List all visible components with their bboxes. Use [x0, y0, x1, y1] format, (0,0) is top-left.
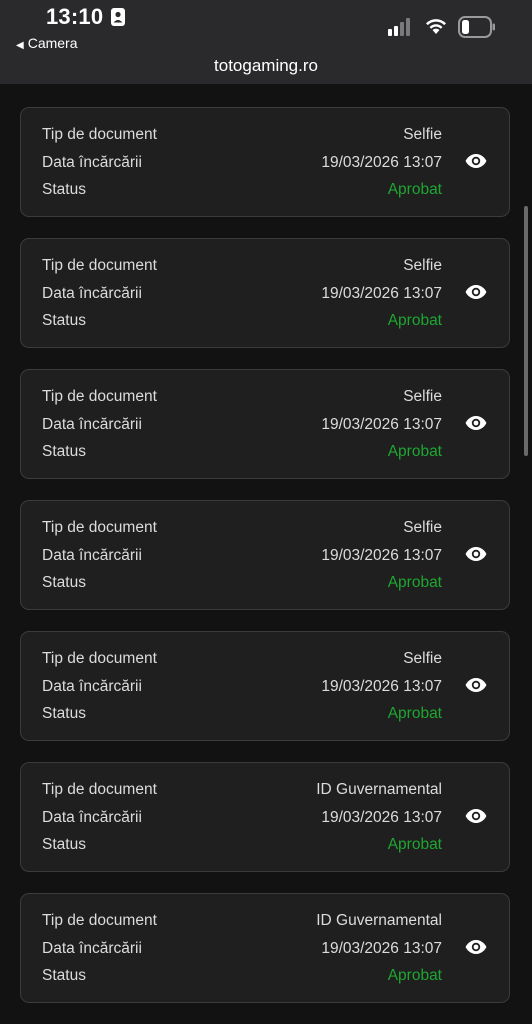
document-type-row: Tip de document Selfie	[42, 519, 442, 541]
document-type-label: Tip de document	[42, 126, 157, 143]
upload-date-row: Data încărcării 19/03/2026 13:07	[42, 154, 442, 176]
status-row: Status Aprobat	[42, 967, 442, 989]
upload-date-row: Data încărcării 19/03/2026 13:07	[42, 809, 442, 831]
document-type-value: ID Guvernamental	[316, 912, 442, 929]
upload-date-row: Data încărcării 19/03/2026 13:07	[42, 940, 442, 962]
document-card: Tip de document Selfie Data încărcării 19/0…	[20, 369, 510, 479]
upload-date-value: 19/03/2026 13:07	[321, 416, 442, 433]
document-type-row: Tip de document Selfie	[42, 257, 442, 279]
upload-date-label: Data încărcării	[42, 154, 142, 171]
upload-date-label: Data încărcării	[42, 678, 142, 695]
document-card: Tip de document Selfie Data încărcării 19/0…	[20, 107, 510, 217]
document-type-row: Tip de document ID Guvernamental	[42, 912, 442, 934]
document-type-label: Tip de document	[42, 257, 157, 274]
eye-icon[interactable]	[465, 808, 487, 824]
document-type-value: ID Guvernamental	[316, 781, 442, 798]
screen: 13:10 ◀ Camera totogaming.ro Tip de docu…	[0, 0, 532, 1024]
status-label: Status	[42, 836, 86, 853]
upload-date-value: 19/03/2026 13:07	[321, 154, 442, 171]
upload-date-value: 19/03/2026 13:07	[321, 678, 442, 695]
status-row: Status Aprobat	[42, 181, 442, 203]
document-type-value: Selfie	[403, 650, 442, 667]
document-type-label: Tip de document	[42, 781, 157, 798]
status-row: Status Aprobat	[42, 836, 442, 858]
status-value: Aprobat	[387, 443, 442, 460]
document-type-label: Tip de document	[42, 388, 157, 405]
document-card: Tip de document ID Guvernamental Data încă…	[20, 893, 510, 1003]
status-row: Status Aprobat	[42, 705, 442, 727]
upload-date-row: Data încărcării 19/03/2026 13:07	[42, 678, 442, 700]
upload-date-value: 19/03/2026 13:07	[321, 809, 442, 826]
status-row: Status Aprobat	[42, 574, 442, 596]
eye-icon[interactable]	[465, 546, 487, 562]
status-label: Status	[42, 705, 86, 722]
eye-icon[interactable]	[465, 415, 487, 431]
scrollbar[interactable]	[524, 206, 528, 456]
document-type-label: Tip de document	[42, 912, 157, 929]
back-app-label: Camera	[27, 35, 78, 51]
eye-icon[interactable]	[465, 677, 487, 693]
signal-icon	[388, 18, 410, 36]
status-value: Aprobat	[387, 836, 442, 853]
status-label: Status	[42, 574, 86, 591]
document-type-row: Tip de document Selfie	[42, 388, 442, 410]
document-card: Tip de document Selfie Data încărcării 19/0…	[20, 500, 510, 610]
status-value: Aprobat	[387, 574, 442, 591]
document-type-value: Selfie	[403, 257, 442, 274]
upload-date-value: 19/03/2026 13:07	[321, 285, 442, 302]
document-type-label: Tip de document	[42, 519, 157, 536]
document-card: Tip de document Selfie Data încărcării 19/0…	[20, 631, 510, 741]
status-label: Status	[42, 443, 86, 460]
person-badge-icon	[111, 8, 125, 26]
status-value: Aprobat	[387, 967, 442, 984]
document-card: Tip de document Selfie Data încărcării 19/0…	[20, 238, 510, 348]
document-type-row: Tip de document Selfie	[42, 650, 442, 672]
upload-date-label: Data încărcării	[42, 416, 142, 433]
upload-date-row: Data încărcării 19/03/2026 13:07	[42, 416, 442, 438]
status-label: Status	[42, 967, 86, 984]
status-row: Status Aprobat	[42, 312, 442, 334]
upload-date-value: 19/03/2026 13:07	[321, 547, 442, 564]
upload-date-label: Data încărcării	[42, 547, 142, 564]
status-value: Aprobat	[387, 181, 442, 198]
upload-date-label: Data încărcării	[42, 809, 142, 826]
status-value: Aprobat	[387, 705, 442, 722]
documents-list: Tip de document Selfie Data încărcării 19/0…	[0, 84, 532, 1024]
document-type-row: Tip de document Selfie	[42, 126, 442, 148]
upload-date-label: Data încărcării	[42, 285, 142, 302]
url-bar[interactable]: totogaming.ro	[0, 56, 532, 76]
document-type-value: Selfie	[403, 519, 442, 536]
wifi-icon	[426, 19, 446, 34]
browser-header: 13:10 ◀ Camera totogaming.ro	[0, 0, 532, 84]
status-label: Status	[42, 312, 86, 329]
document-type-value: Selfie	[403, 388, 442, 405]
document-card: Tip de document ID Guvernamental Data încă…	[20, 762, 510, 872]
back-triangle-icon: ◀	[16, 40, 24, 51]
document-type-row: Tip de document ID Guvernamental	[42, 781, 442, 803]
back-to-app-link[interactable]: ◀ Camera	[16, 35, 78, 51]
eye-icon[interactable]	[465, 284, 487, 300]
upload-date-row: Data încărcării 19/03/2026 13:07	[42, 547, 442, 569]
eye-icon[interactable]	[465, 153, 487, 169]
status-value: Aprobat	[387, 312, 442, 329]
upload-date-value: 19/03/2026 13:07	[321, 940, 442, 957]
document-type-value: Selfie	[403, 126, 442, 143]
status-label: Status	[42, 181, 86, 198]
upload-date-label: Data încărcării	[42, 940, 142, 957]
status-row: Status Aprobat	[42, 443, 442, 465]
upload-date-row: Data încărcării 19/03/2026 13:07	[42, 285, 442, 307]
document-type-label: Tip de document	[42, 650, 157, 667]
battery-icon	[458, 16, 495, 38]
status-time: 13:10	[46, 4, 104, 29]
eye-icon[interactable]	[465, 939, 487, 955]
